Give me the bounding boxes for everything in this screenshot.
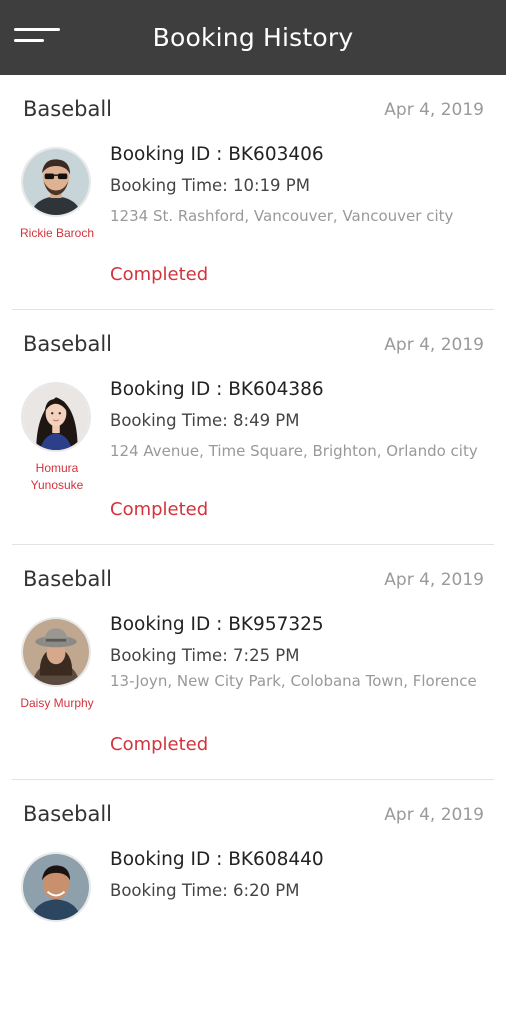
avatar	[21, 852, 91, 922]
booking-id: Booking ID : BK603406	[110, 144, 324, 165]
sport-name: Baseball	[23, 97, 113, 121]
booking-time: Booking Time: 10:19 PM	[110, 176, 310, 195]
app-bar: Booking History	[0, 0, 506, 75]
booking-time: Booking Time: 7:25 PM	[110, 646, 300, 665]
person-name: Rickie Baroch	[19, 226, 95, 240]
booking-time: Booking Time: 6:20 PM	[110, 881, 300, 900]
page-title: Booking History	[152, 23, 354, 52]
sport-name: Baseball	[23, 332, 113, 356]
booking-id: Booking ID : BK604386	[110, 379, 324, 400]
person-name: Homura Yunosuke	[30, 461, 84, 492]
avatar	[21, 147, 91, 217]
booking-id: Booking ID : BK957325	[110, 614, 324, 635]
booking-address: 1234 St. Rashford, Vancouver, Vancouver …	[110, 207, 454, 225]
booking-address: 13-Joyn, New City Park, Colobana Town, F…	[110, 672, 477, 690]
booking-id: Booking ID : BK608440	[110, 849, 324, 870]
booking-card[interactable]: Baseball Apr 4, 2019 Booking ID : BK6084…	[12, 780, 494, 1015]
booking-date: Apr 4, 2019	[384, 100, 484, 120]
booking-time: Booking Time: 8:49 PM	[110, 411, 300, 430]
sport-name: Baseball	[23, 567, 113, 591]
booking-card[interactable]: Baseball Apr 4, 2019 Daisy Murphy Bookin…	[12, 545, 494, 780]
status-label: Completed	[110, 264, 209, 285]
booking-date: Apr 4, 2019	[384, 805, 484, 825]
booking-address: 124 Avenue, Time Square, Brighton, Orlan…	[110, 442, 478, 460]
booking-list: Baseball Apr 4, 2019 Rickie Baroch Booki…	[0, 75, 506, 1015]
booking-date: Apr 4, 2019	[384, 335, 484, 355]
sport-name: Baseball	[23, 802, 113, 826]
avatar	[21, 382, 91, 452]
booking-date: Apr 4, 2019	[384, 570, 484, 590]
status-label: Completed	[110, 734, 209, 755]
person-name: Daisy Murphy	[20, 696, 94, 710]
booking-card[interactable]: Baseball Apr 4, 2019 Rickie Baroch Booki…	[12, 75, 494, 310]
avatar	[21, 617, 91, 687]
status-label: Completed	[110, 499, 209, 520]
booking-card[interactable]: Baseball Apr 4, 2019 Homura Yunosuke Boo…	[12, 310, 494, 545]
hamburger-menu-icon[interactable]	[14, 24, 64, 50]
